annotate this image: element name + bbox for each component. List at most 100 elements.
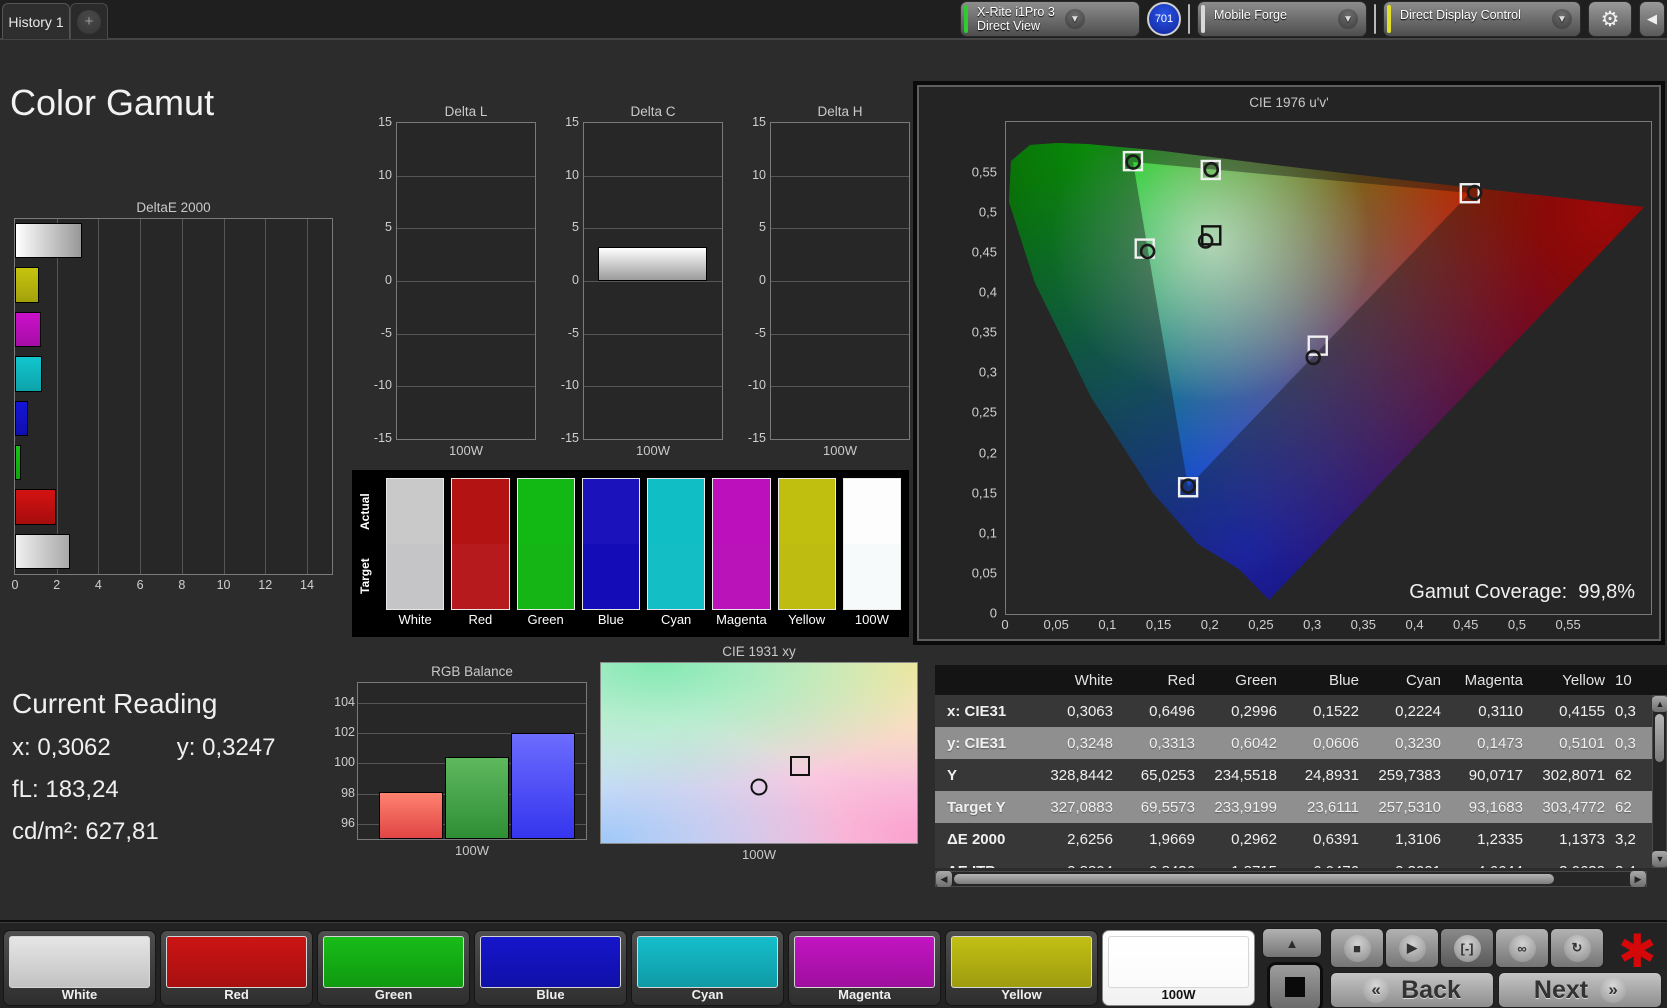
pattern-button-cyan[interactable]: Cyan — [631, 930, 784, 1006]
scrollbar-thumb[interactable] — [954, 874, 1554, 884]
scrollbar-thumb[interactable] — [1655, 714, 1664, 762]
table-body: x: CIE31 0,3063 0,6496 0,2996 0,1522 0,2224 0,… — [935, 695, 1667, 868]
x-tick-label: 0,2 — [1200, 617, 1219, 632]
tab-history-1[interactable]: History 1 — [2, 3, 70, 39]
pattern-button-green[interactable]: Green — [317, 930, 470, 1006]
delta_l-body: 15 10 5 0 -5 -10 -15 — [368, 115, 536, 445]
scroll-up-arrow[interactable]: ▲ — [1652, 696, 1667, 712]
pattern-button-yellow[interactable]: Yellow — [945, 930, 1098, 1006]
table-row-x-cie31[interactable]: x: CIE31 0,3063 0,6496 0,2996 0,1522 0,2224 0,… — [935, 695, 1667, 727]
table-row-y-cie31[interactable]: y: CIE31 0,3248 0,3313 0,6042 0,0606 0,3230 0,… — [935, 727, 1667, 759]
table-vertical-scrollbar[interactable]: ▲ ▼ — [1652, 695, 1667, 868]
add-tab-button[interactable]: + — [70, 3, 108, 39]
delta_c-x-label: 100W — [636, 443, 670, 458]
swatch-label: Cyan — [660, 612, 692, 627]
y-tick-label: 96 — [341, 815, 355, 830]
y-tick-label: 0,25 — [971, 404, 997, 420]
pattern-button-magenta[interactable]: Magenta — [788, 930, 941, 1006]
gridline — [56, 219, 58, 574]
swatch-column-blue — [581, 478, 640, 610]
settings-button[interactable]: ⚙ — [1588, 1, 1632, 37]
table-cell: 0,8436 — [1121, 863, 1203, 869]
gridline — [98, 219, 100, 574]
y-tick-label: 0 — [759, 273, 766, 287]
delta_l-chart-title: Delta L — [444, 104, 488, 119]
measuring-indicator-icon: ✱ — [1618, 925, 1657, 977]
source-dropdown[interactable]: Mobile Forge ▼ — [1197, 1, 1367, 37]
gridline — [584, 386, 722, 388]
play-icon: ▶ — [1398, 934, 1426, 962]
y-tick-label: 0,35 — [971, 324, 997, 340]
y-tick-label: 10 — [565, 167, 579, 182]
rgb-balance-chart-title: RGB Balance — [431, 664, 513, 679]
play-button[interactable]: ▶ — [1385, 928, 1439, 968]
pattern-swatch — [480, 936, 621, 988]
row-label: ΔE 2000 — [947, 830, 1006, 848]
y-tick-label: 5 — [759, 220, 766, 235]
pattern-button-white[interactable]: White — [3, 930, 156, 1006]
pattern-button-blue[interactable]: Blue — [474, 930, 627, 1006]
pattern-swatch — [794, 936, 935, 988]
collapse-panel-button[interactable]: ◀ — [1639, 1, 1665, 37]
y-tick-label: -5 — [380, 325, 392, 340]
table-cell: 0,6391 — [1313, 830, 1359, 848]
table-cell: 0,0606 — [1313, 734, 1359, 752]
refresh-button[interactable]: ↻ — [1550, 928, 1604, 968]
table-cell: 90,0717 — [1468, 766, 1523, 784]
table-cell: 1,3106 — [1395, 830, 1441, 848]
table-header-cell: Blue — [1328, 671, 1359, 689]
table-row--e-2000[interactable]: ΔE 2000 2,6256 1,9669 0,2962 0,6391 1,3106 1,2… — [935, 823, 1667, 855]
table-row-target-y[interactable]: Target Y 327,0883 69,5573 233,9199 23,6111 25… — [935, 791, 1667, 823]
x-tick-label: 0,4 — [1405, 617, 1424, 632]
table-cell: 1,1373 — [1559, 830, 1605, 848]
table-row--e-itp[interactable]: ΔE ITP2,88040,84361,87156,04762,30214,66… — [935, 855, 1667, 868]
display-status-accent — [1387, 5, 1391, 33]
table-horizontal-scrollbar[interactable]: ◀ ▶ — [935, 871, 1647, 887]
pattern-window-button[interactable] — [1267, 962, 1323, 1008]
table-cell: 2,6256 — [1067, 830, 1113, 848]
pattern-button-100w[interactable]: 100W — [1102, 930, 1255, 1006]
pattern-button-red[interactable]: Red — [160, 930, 313, 1006]
swatch-label: Yellow — [788, 612, 826, 627]
x-tick-label: 0,05 — [1043, 617, 1069, 632]
table-cell: 0,3230 — [1395, 734, 1441, 752]
scroll-down-arrow[interactable]: ▼ — [1652, 851, 1667, 867]
table-header-cell: Yellow — [1562, 671, 1605, 689]
scroll-left-arrow[interactable]: ◀ — [936, 871, 952, 887]
x-tick-label: 2 — [53, 578, 61, 592]
meter-count-badge: 701 — [1147, 2, 1181, 36]
pattern-button-label: Cyan — [691, 987, 724, 1002]
table-row-y[interactable]: Y 328,8442 65,0253 234,5518 24,8931 259,7383 9… — [935, 759, 1667, 791]
x-tick-label: 0,35 — [1350, 617, 1376, 632]
delta_l-y-axis: 15 10 5 0 -5 -10 -15 — [368, 115, 396, 445]
continuous-icon: ∞ — [1508, 934, 1536, 962]
actual-target-swatch-panel: Actual Target White Red Green Blue Cyan Magen… — [352, 470, 909, 637]
pattern-button-label: Green — [374, 987, 413, 1002]
table-cell: 93,1683 — [1468, 798, 1523, 816]
back-button[interactable]: « Back — [1330, 972, 1494, 1008]
cie1931-chart-title: CIE 1931 xy — [722, 644, 796, 659]
y-tick-label: -5 — [754, 325, 766, 340]
stop-button[interactable]: ■ — [1330, 928, 1384, 968]
swatch-label: Blue — [597, 612, 624, 627]
expand-up-button[interactable]: ▲ — [1262, 928, 1322, 958]
swatch-actual-red — [452, 479, 509, 544]
swatch-target-yellow — [778, 544, 835, 609]
meter-dropdown[interactable]: X-Rite i1Pro 3 Direct View ▼ — [960, 1, 1140, 37]
display-control-dropdown[interactable]: Direct Display Control ▼ — [1383, 1, 1581, 37]
table-cell: 24,8931 — [1304, 766, 1359, 784]
gamut-coverage-readout: Gamut Coverage: 99,8% — [1409, 581, 1635, 603]
x-tick-label: 0 — [1001, 617, 1009, 632]
chevrons-left-icon: « — [1363, 977, 1390, 1003]
y-tick-label: 0 — [572, 273, 579, 287]
measure-window-button[interactable]: [-] — [1440, 928, 1494, 968]
continuous-button[interactable]: ∞ — [1495, 928, 1549, 968]
rgb-balance-x-label: 100W — [455, 843, 489, 858]
scroll-right-arrow[interactable]: ▶ — [1630, 871, 1646, 887]
pattern-swatch — [166, 936, 307, 988]
x-tick-label: 0,25 — [1248, 617, 1274, 632]
row-label: Target Y — [947, 798, 1006, 816]
swatch-target-cyan — [648, 544, 705, 609]
x-tick-label: 0,45 — [1453, 617, 1479, 632]
pattern-swatch — [323, 936, 464, 988]
